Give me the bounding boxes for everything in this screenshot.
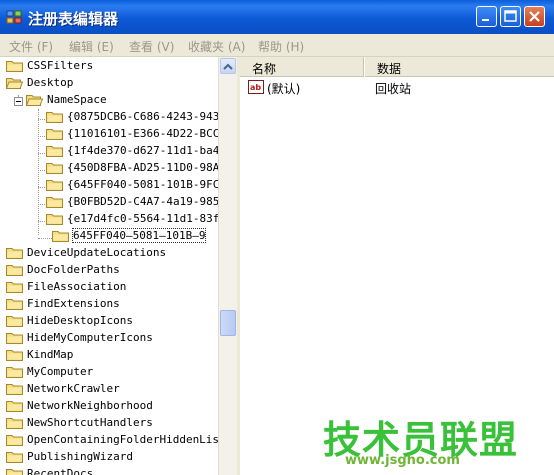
folder-icon	[6, 281, 23, 293]
tree-item-label: HideMyComputerIcons	[27, 331, 153, 344]
minimize-icon	[482, 19, 489, 21]
menu-edit[interactable]: 编辑 (E)	[69, 38, 114, 55]
menu-file[interactable]: 文件 (F)	[9, 38, 53, 55]
window-title: 注册表编辑器	[28, 10, 119, 28]
value-data: 回收站	[375, 82, 412, 96]
registry-editor-window: 注册表编辑器 文件 (F) 编辑 (E) 查看 (V) 收藏夹 (A) 帮助 (…	[0, 0, 554, 475]
tree-item-label: {e17d4fc0-5564-11d1-83f	[67, 212, 220, 225]
title-bar[interactable]: 注册表编辑器	[0, 0, 554, 34]
tree-connector	[38, 109, 39, 235]
folder-icon	[6, 434, 23, 446]
folder-icon	[6, 247, 23, 259]
registry-value-row[interactable]: ab (默认) 回收站	[248, 79, 548, 97]
tree-item-label: 645FF040—5081—101B—9	[71, 228, 207, 243]
folder-icon	[52, 230, 69, 242]
folder-icon	[46, 111, 63, 123]
tree-item-label: {1f4de370-d627-11d1-ba4	[67, 144, 220, 157]
folder-icon	[46, 162, 63, 174]
tree-item-label: RecentDocs	[27, 467, 94, 475]
value-name: (默认)	[267, 82, 301, 96]
menu-view[interactable]: 查看 (V)	[129, 38, 174, 55]
tree-item-label: KindMap	[27, 348, 74, 361]
scroll-up-button[interactable]	[220, 58, 236, 74]
tree-item-label: {0875DCB6-C686-4243-943	[67, 110, 220, 123]
menu-favorites[interactable]: 收藏夹 (A)	[188, 38, 245, 55]
watermark-url: www.jsgho.com	[345, 453, 460, 468]
folder-icon	[6, 468, 23, 475]
registry-icon	[6, 10, 22, 24]
maximize-button[interactable]	[500, 6, 521, 27]
tree-item-label: MyComputer	[27, 365, 94, 378]
menu-bar: 文件 (F) 编辑 (E) 查看 (V) 收藏夹 (A) 帮助 (H)	[0, 34, 554, 57]
maximize-icon	[504, 10, 517, 22]
tree-item-label: FindExtensions	[27, 297, 120, 310]
tree-connector	[38, 238, 52, 239]
folder-icon	[46, 196, 63, 208]
folder-icon	[6, 451, 23, 463]
column-header-data[interactable]: 数据	[365, 57, 554, 77]
tree-item-label: FileAssociation	[27, 280, 127, 293]
folder-icon	[46, 145, 63, 157]
tree-item-label: NewShortcutHandlers	[27, 416, 153, 429]
tree-item-label: NetworkNeighborhood	[27, 399, 153, 412]
folder-icon	[46, 179, 63, 191]
tree-item-label: PublishingWizard	[27, 450, 133, 463]
tree-item-label: {B0FBD52D-C4A7-4a19-985	[67, 195, 220, 208]
tree-item-label: HideDesktopIcons	[27, 314, 133, 327]
watermark: 技术员联盟 www.jsgho.com	[295, 405, 554, 475]
menu-help[interactable]: 帮助 (H)	[258, 38, 304, 55]
folder-icon	[6, 383, 23, 395]
tree-item-label: NameSpace	[47, 93, 107, 106]
registry-key-tree[interactable]: CSSFilters Desktop NameSpace {0875DCB6-C686…	[0, 57, 237, 475]
tree-item-label: {645FF040-5081-101B-9FC	[67, 178, 220, 191]
folder-icon	[6, 60, 23, 72]
folder-icon	[6, 366, 23, 378]
tree-item-label: DeviceUpdateLocations	[27, 246, 167, 259]
tree-item-label: CSSFilters	[27, 59, 94, 72]
folder-icon	[6, 298, 23, 310]
folder-icon	[46, 213, 63, 225]
close-icon	[529, 11, 540, 22]
folder-icon	[6, 332, 23, 344]
folder-open-icon	[5, 77, 24, 89]
folder-icon	[46, 128, 63, 140]
tree-scrollbar[interactable]	[218, 57, 237, 475]
folder-icon	[6, 315, 23, 327]
folder-icon	[6, 349, 23, 361]
tree-item-label: NetworkCrawler	[27, 382, 120, 395]
minimize-button[interactable]	[476, 6, 497, 27]
folder-icon	[6, 400, 23, 412]
column-header-data-label: 数据	[377, 62, 402, 76]
string-value-icon: ab	[248, 80, 264, 94]
arrow-up-icon	[223, 63, 233, 70]
column-header-name-label: 名称	[252, 62, 277, 76]
column-header-name[interactable]: 名称	[240, 57, 364, 77]
folder-open-icon	[25, 94, 44, 106]
tree-item-label: Desktop	[27, 76, 74, 89]
scroll-thumb[interactable]	[220, 310, 236, 336]
tree-item-label: {450D8FBA-AD25-11D0-98A	[67, 161, 220, 174]
folder-icon	[6, 264, 23, 276]
tree-item-label: OpenContainingFolderHiddenLis	[27, 433, 220, 446]
tree-item-label: DocFolderPaths	[27, 263, 120, 276]
svg-text:ab: ab	[250, 83, 261, 92]
tree-item-label: {11016101-E366-4D22-BCC	[67, 127, 220, 140]
folder-icon	[6, 417, 23, 429]
collapse-toggle-icon[interactable]	[14, 97, 23, 106]
close-button[interactable]	[524, 6, 545, 27]
